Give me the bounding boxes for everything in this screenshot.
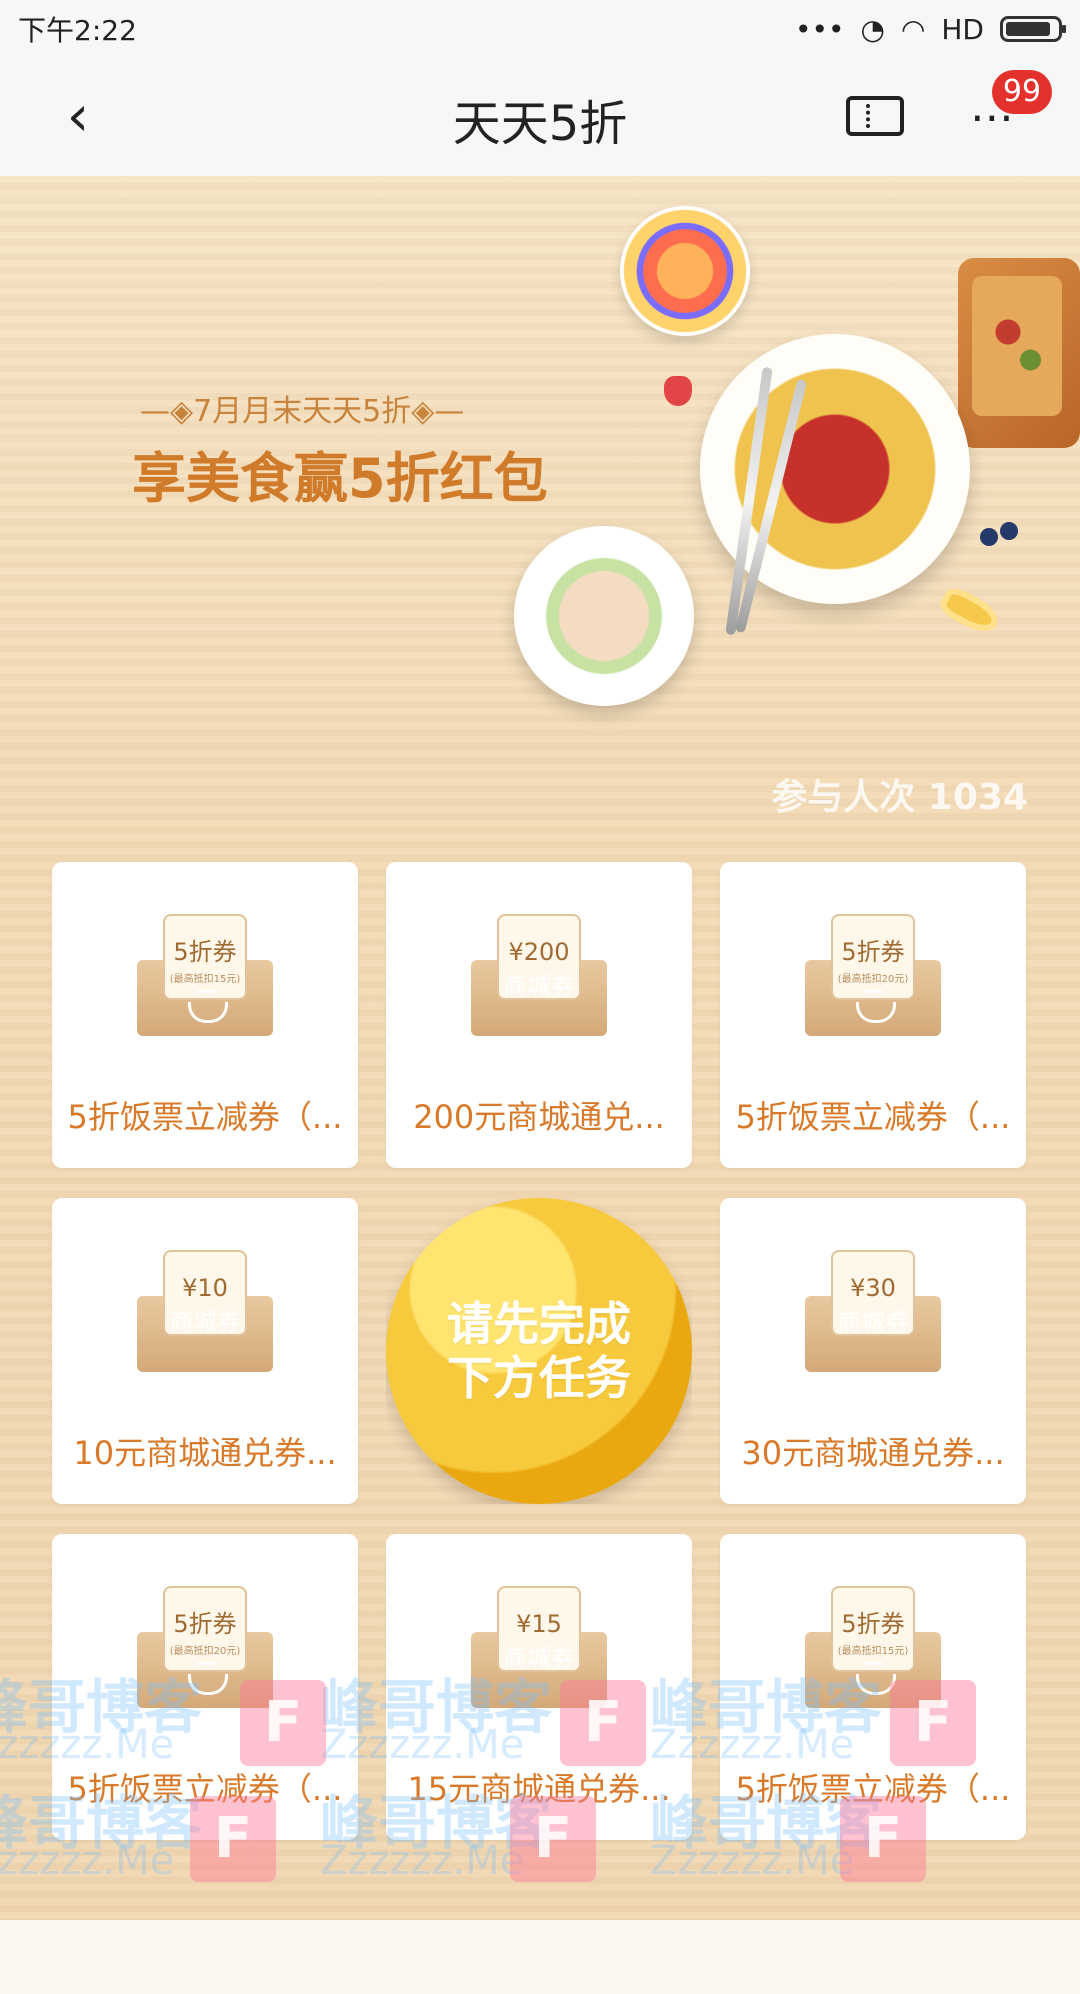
- coupon-paper: 5折券 (最高抵扣15元): [831, 1586, 915, 1672]
- reward-card[interactable]: ¥30 商城券 30元商城通兑券...: [720, 1198, 1026, 1504]
- reward-card[interactable]: ¥10 商城券 10元商城通兑券...: [52, 1198, 358, 1504]
- participant-label: 参与人次: [771, 777, 916, 818]
- complete-task-text: 请先完成 下方任务: [447, 1296, 631, 1405]
- coupon-main-text: ¥30: [850, 1274, 896, 1302]
- coupon-main-text: ¥10: [182, 1274, 228, 1302]
- reward-title: 5折饭票立减券（...: [735, 1770, 1011, 1808]
- coupon-main-text: 5折券: [841, 938, 905, 966]
- reward-title: 5折饭票立减券（...: [735, 1098, 1011, 1136]
- coupon-graphic: 5折券 (最高抵扣20元): [805, 914, 941, 1050]
- fruit-bowl-image: [620, 206, 750, 336]
- signal-text: HD: [941, 12, 984, 46]
- coupon-graphic: ¥15 商城券: [471, 1586, 607, 1722]
- reward-title: 5折饭票立减券（...: [67, 1098, 343, 1136]
- coupon-graphic: ¥30 商城券: [805, 1250, 941, 1386]
- coupon-graphic: ¥200 商城券: [471, 914, 607, 1050]
- wifi-icon: ◠: [900, 12, 926, 46]
- participant-count: 参与人次 1034: [771, 768, 1028, 820]
- reward-card[interactable]: 5折券 (最高抵扣20元) 5折饭票立减券（...: [720, 862, 1026, 1168]
- task-card: 请先完成 下方任务: [386, 1198, 692, 1504]
- status-icons: ••• ◔ ◠ HD: [794, 12, 1066, 46]
- coupon-graphic: 5折券 (最高抵扣15元): [137, 914, 273, 1050]
- coupon-paper: 5折券 (最高抵扣20元): [831, 914, 915, 1000]
- promo-banner: —◈7月月末天天5折◈— 享美食赢5折红包 参与人次 1034 5折券 (最高抵…: [0, 176, 1080, 1920]
- reward-card[interactable]: 5折券 (最高抵扣15元) 5折饭票立减券（...: [720, 1534, 1026, 1840]
- promo-kicker: —◈7月月末天天5折◈—: [140, 394, 465, 429]
- top-nav: ‹ 天天5折 ⋯ 99: [0, 58, 1080, 176]
- reward-card[interactable]: ¥15 商城券 15元商城通兑券...: [386, 1534, 692, 1840]
- notification-badge: 99: [992, 70, 1052, 114]
- envelope-label: 商城券: [837, 1308, 909, 1336]
- coupon-sub-text: (最高抵扣20元): [169, 1646, 241, 1657]
- envelope-label: 商城券: [169, 1308, 241, 1336]
- reward-card[interactable]: 5折券 (最高抵扣15元) 5折饭票立减券（...: [52, 862, 358, 1168]
- coupon-main-text: ¥200: [508, 938, 570, 966]
- page-title: 天天5折: [452, 96, 628, 152]
- reward-title: 10元商城通兑券...: [73, 1434, 337, 1472]
- participant-value: 1034: [927, 777, 1028, 818]
- envelope-label: 商城券: [503, 1644, 575, 1672]
- alarm-icon: ◔: [860, 12, 885, 46]
- coupon-sub-text: (最高抵扣15元): [169, 974, 241, 985]
- wrap-plate-image: [514, 526, 694, 706]
- time-text: 下午2:22: [18, 14, 137, 47]
- reward-grid: 5折券 (最高抵扣15元) 5折饭票立减券（... ¥200 商城券 200元商…: [52, 862, 1028, 1994]
- status-bar: 下午2:22 ••• ◔ ◠ HD: [0, 0, 1080, 58]
- coupon-paper: 5折券 (最高抵扣20元): [163, 1586, 247, 1672]
- coupon-main-text: 5折券: [841, 1610, 905, 1638]
- coupon-main-text: ¥15: [516, 1610, 562, 1638]
- coupon-graphic: ¥10 商城券: [137, 1250, 273, 1386]
- coupon-main-text: 5折券: [173, 1610, 237, 1638]
- coupon-graphic: 5折券 (最高抵扣15元): [805, 1586, 941, 1722]
- reward-title: 15元商城通兑券...: [407, 1770, 671, 1808]
- pizza-image: [958, 258, 1080, 448]
- coupon-paper: 5折券 (最高抵扣15元): [163, 914, 247, 1000]
- reward-title: 5折饭票立减券（...: [67, 1770, 343, 1808]
- complete-task-button[interactable]: 请先完成 下方任务: [386, 1198, 692, 1504]
- reward-title: 30元商城通兑券...: [741, 1434, 1005, 1472]
- reward-title: 200元商城通兑...: [413, 1098, 665, 1136]
- coupon-main-text: 5折券: [173, 938, 237, 966]
- dots-icon: •••: [794, 12, 845, 46]
- coupon-sub-text: (最高抵扣15元): [837, 1646, 909, 1657]
- reward-card[interactable]: ¥200 商城券 200元商城通兑...: [386, 862, 692, 1168]
- ticket-icon[interactable]: [846, 96, 904, 136]
- reward-card[interactable]: 5折券 (最高抵扣20元) 5折饭票立减券（...: [52, 1534, 358, 1840]
- coupon-graphic: 5折券 (最高抵扣20元): [137, 1586, 273, 1722]
- promo-headline: 享美食赢5折红包: [132, 447, 548, 510]
- coupon-sub-text: (最高抵扣20元): [837, 974, 909, 985]
- battery-icon: [1000, 16, 1066, 42]
- blueberry-image: [980, 528, 998, 546]
- strawberry-image: [664, 376, 692, 406]
- envelope-label: 商城券: [503, 972, 575, 1000]
